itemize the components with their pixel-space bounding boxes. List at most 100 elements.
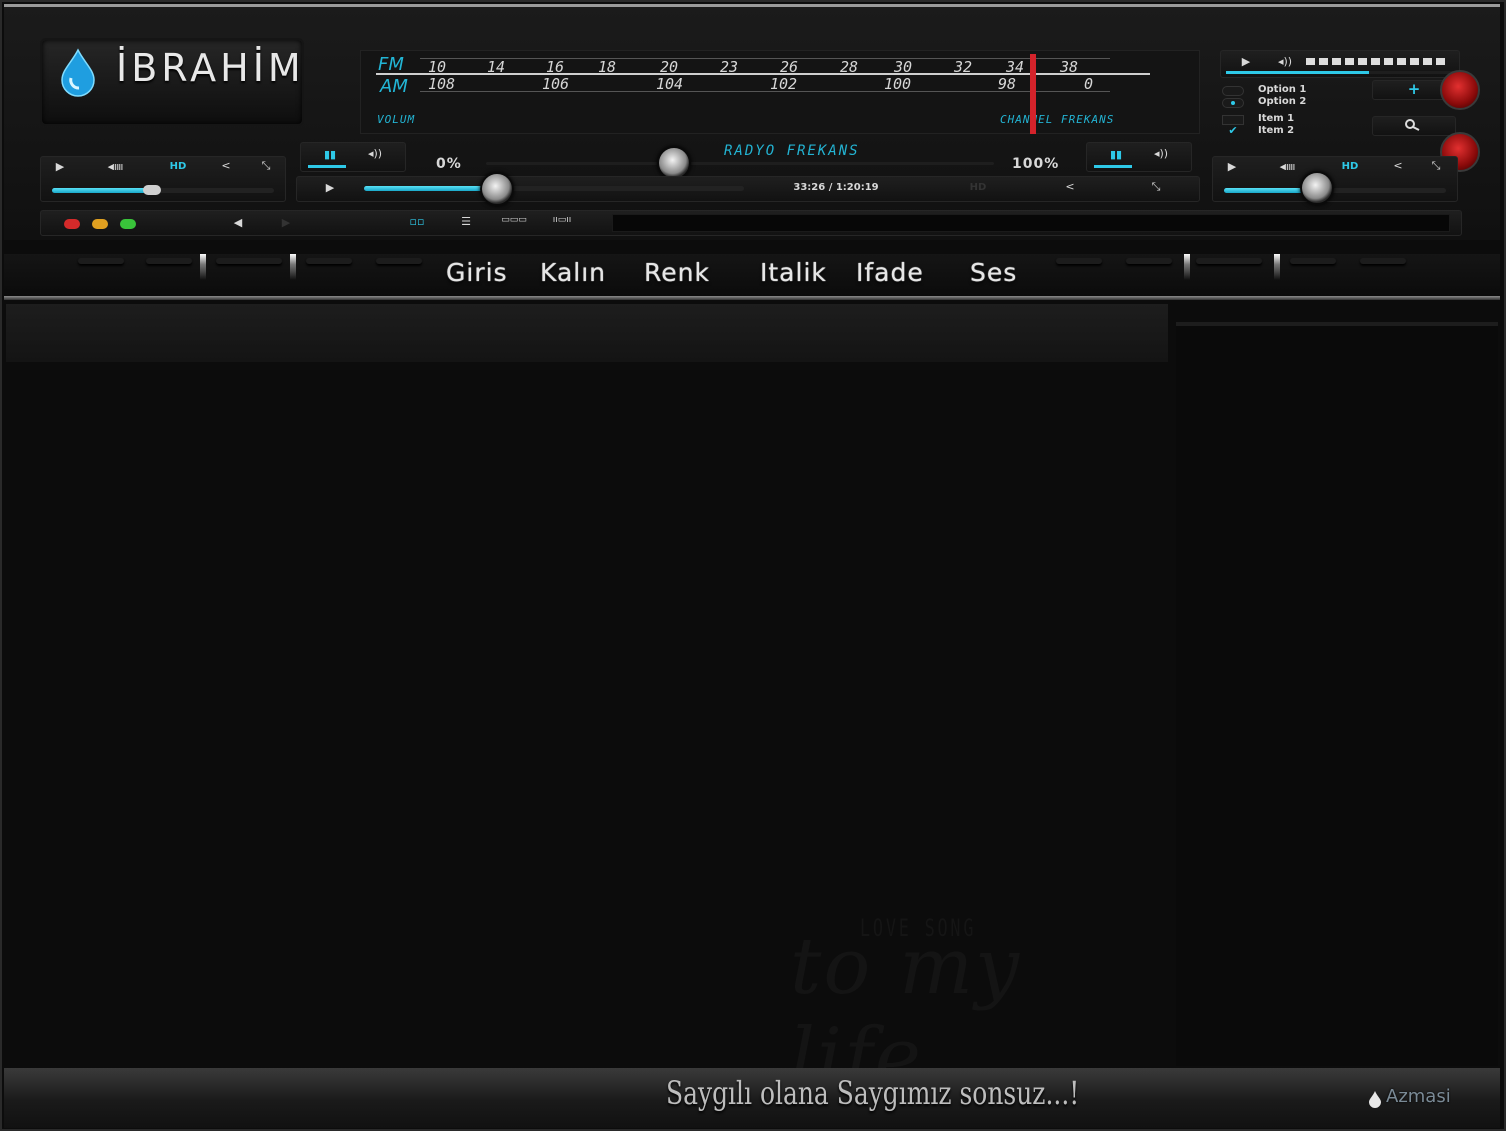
- list-view-icon[interactable]: ☰: [454, 215, 478, 228]
- nav-decoration: [146, 258, 192, 264]
- tuning-needle[interactable]: [1030, 54, 1036, 134]
- fm-tick: 18: [598, 58, 617, 76]
- am-label: AM: [380, 76, 408, 97]
- fullscreen-icon[interactable]: ⤡: [254, 159, 278, 173]
- fm-tick: 26: [780, 58, 799, 76]
- play-icon[interactable]: ▶: [320, 181, 340, 194]
- volume-icon[interactable]: ◂ııııı: [88, 160, 142, 173]
- fm-tick: 20: [660, 58, 679, 76]
- window-dot-red[interactable]: [64, 219, 80, 229]
- prev-arrow-icon[interactable]: ◀: [228, 216, 248, 229]
- nav-decoration: [1126, 258, 1172, 264]
- nav-decoration: [376, 258, 422, 264]
- sidebar: [1176, 322, 1498, 1066]
- fm-tick: 32: [954, 58, 973, 76]
- play-icon[interactable]: ▶: [1236, 55, 1256, 68]
- left-player-seek-fill: [52, 188, 152, 193]
- channel-label: CHANNEL FREKANS: [1000, 113, 1115, 126]
- volume-slider-knob[interactable]: [656, 146, 691, 180]
- check-icon[interactable]: ✔: [1222, 124, 1244, 137]
- nav-separator: [4, 296, 1500, 300]
- grid-view-icon[interactable]: ▫▫: [400, 215, 434, 228]
- window-dot-yellow[interactable]: [92, 219, 108, 229]
- level-fill: [1226, 71, 1369, 74]
- volume-icon[interactable]: ◂)): [1272, 55, 1298, 68]
- fm-tick: 38: [1060, 58, 1079, 76]
- volume-icon[interactable]: ◂ııııı: [1260, 160, 1314, 173]
- am-tick: 102: [770, 75, 798, 93]
- fm-tick: 30: [894, 58, 913, 76]
- logo: İBRAHİM: [40, 38, 304, 126]
- am-tick: 98: [998, 75, 1017, 93]
- nav-decoration: [200, 254, 206, 280]
- fm-tick: 10: [428, 58, 447, 76]
- nav-item-giris[interactable]: Giris: [446, 258, 508, 287]
- am-tick: 104: [656, 75, 684, 93]
- footer-motto: Saygılı olana Saygımız sonsuz...!: [666, 1074, 1080, 1112]
- pill-indicator: [308, 165, 346, 168]
- hd-button[interactable]: HD: [958, 182, 998, 193]
- fm-tick: 16: [546, 58, 565, 76]
- radio-option-1[interactable]: [1222, 86, 1244, 96]
- fm-label: FM: [378, 54, 404, 75]
- radio-frequency-title: RADYO FREKANS: [724, 143, 860, 159]
- hd-button[interactable]: HD: [160, 161, 196, 172]
- nav-item-ifade[interactable]: Ifade: [856, 258, 924, 287]
- left-player-seek-knob[interactable]: [142, 185, 161, 195]
- power-knob[interactable]: [1440, 70, 1480, 110]
- nav-decoration: [1184, 254, 1190, 280]
- nav-decoration: [306, 258, 352, 264]
- nav-decoration: [78, 258, 124, 264]
- radio-option-label: Option 1: [1258, 84, 1307, 95]
- checkbox-label: Item 2: [1258, 125, 1295, 136]
- pause-icon[interactable]: ▮▮: [1104, 148, 1128, 161]
- columns-view-icon[interactable]: ▭▭▭: [496, 215, 532, 225]
- fullscreen-icon[interactable]: ⤡: [1144, 180, 1168, 194]
- water-drop-icon: [61, 48, 95, 97]
- radio-option-2[interactable]: [1222, 98, 1244, 108]
- love-song-watermark: LOVE SONG to my life: [790, 880, 1110, 1102]
- logo-text: İBRAHİM: [116, 46, 305, 90]
- am-tick: 106: [542, 75, 570, 93]
- nav-decoration: [1360, 258, 1406, 264]
- footer-brand: Azmasi: [1386, 1086, 1451, 1107]
- nav-item-kalin[interactable]: Kalın: [540, 258, 606, 287]
- volume-icon[interactable]: ◂)): [1146, 147, 1176, 160]
- nav-item-ses[interactable]: Ses: [970, 258, 1017, 287]
- checkbox-label: Item 1: [1258, 113, 1295, 124]
- nav-decoration: [216, 258, 282, 264]
- nav-decoration: [1056, 258, 1102, 264]
- radio-option-label: Option 2: [1258, 96, 1307, 107]
- hd-button[interactable]: HD: [1332, 161, 1368, 172]
- volume-icon[interactable]: ◂)): [360, 147, 390, 160]
- pause-icon[interactable]: ▮▮: [318, 148, 342, 161]
- nav-decoration: [1290, 258, 1336, 264]
- nav-item-italik[interactable]: Italik: [760, 258, 827, 287]
- coverflow-view-icon[interactable]: ıı▭ıı: [544, 215, 580, 225]
- plus-icon[interactable]: +: [1404, 80, 1424, 98]
- level-meter: [1306, 58, 1446, 65]
- fullscreen-icon[interactable]: ⤡: [1424, 159, 1448, 173]
- volume-slider[interactable]: [486, 162, 994, 165]
- volume-label: VOLUM: [377, 113, 416, 126]
- nav-decoration: [1196, 258, 1262, 264]
- min-percent: 0%: [436, 156, 462, 172]
- am-tick: 100: [884, 75, 912, 93]
- next-arrow-icon[interactable]: ▶: [276, 216, 296, 229]
- am-tick: 0: [1084, 75, 1094, 93]
- play-icon[interactable]: ▶: [50, 160, 70, 173]
- fm-tick: 23: [720, 58, 739, 76]
- fm-tick: 28: [840, 58, 859, 76]
- share-icon[interactable]: <: [1060, 180, 1080, 193]
- address-bar[interactable]: [612, 214, 1450, 232]
- share-icon[interactable]: <: [214, 159, 238, 172]
- center-seek-knob[interactable]: [480, 172, 514, 206]
- search-icon[interactable]: [1404, 118, 1422, 132]
- play-icon[interactable]: ▶: [1222, 160, 1242, 173]
- share-icon[interactable]: <: [1386, 159, 1410, 172]
- content-header: [6, 304, 1168, 362]
- window-dot-green[interactable]: [120, 219, 136, 229]
- nav-item-renk[interactable]: Renk: [644, 258, 710, 287]
- right-player-seek-knob[interactable]: [1300, 171, 1335, 205]
- fm-tick: 34: [1006, 58, 1025, 76]
